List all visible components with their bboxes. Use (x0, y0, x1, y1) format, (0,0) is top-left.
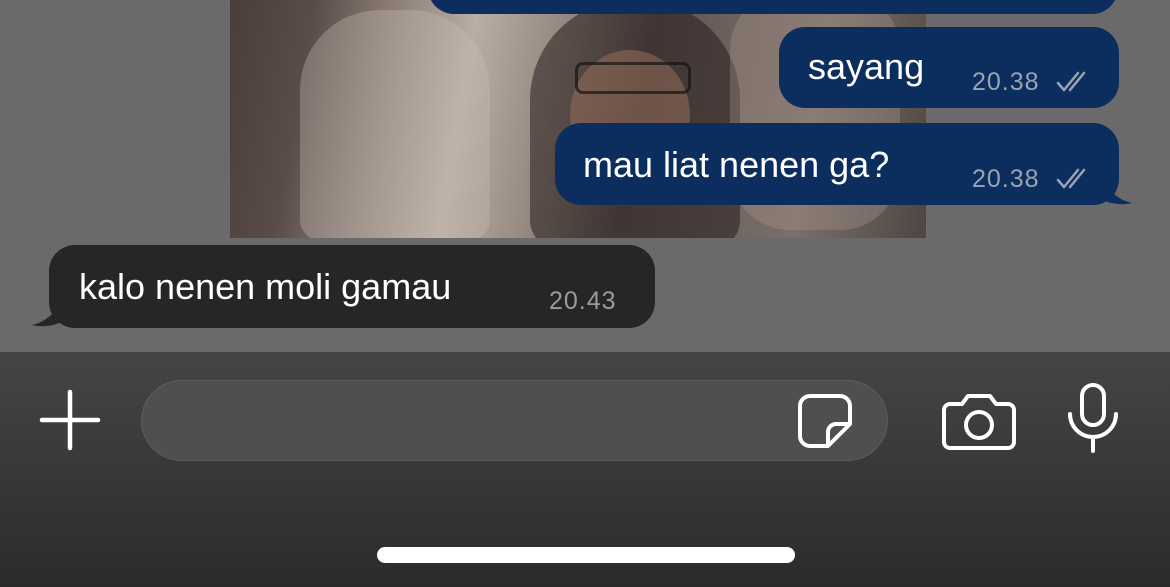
message-bubble-outgoing[interactable]: mau liat nenen ga? 20.38 (555, 123, 1119, 205)
plus-icon[interactable] (38, 388, 102, 452)
photo-figure (575, 62, 691, 94)
bubble-tail (31, 302, 60, 327)
chat-area: sayang 20.38 mau liat nenen ga? 20.38 ka… (0, 0, 1170, 352)
message-bubble-partial[interactable] (428, 0, 1118, 14)
home-indicator[interactable] (377, 547, 795, 563)
sticker-icon[interactable] (796, 392, 854, 450)
camera-icon[interactable] (942, 392, 1016, 450)
microphone-icon[interactable] (1065, 382, 1121, 454)
message-bubble-incoming[interactable]: kalo nenen moli gamau 20.43 (49, 245, 655, 328)
message-time: 20.38 (972, 165, 1040, 193)
photo-figure (300, 10, 490, 238)
message-text: mau liat nenen ga? (583, 144, 890, 185)
double-check-icon (1056, 71, 1086, 92)
message-input[interactable] (172, 399, 796, 445)
message-input-field[interactable] (141, 380, 888, 461)
message-bubble-outgoing[interactable]: sayang 20.38 (779, 27, 1119, 108)
message-time: 20.38 (972, 68, 1040, 96)
message-text: kalo nenen moli gamau (79, 266, 452, 307)
double-check-icon (1056, 168, 1086, 189)
message-text: sayang (808, 46, 925, 87)
message-time: 20.43 (549, 287, 617, 315)
bubble-tail (1104, 180, 1133, 205)
